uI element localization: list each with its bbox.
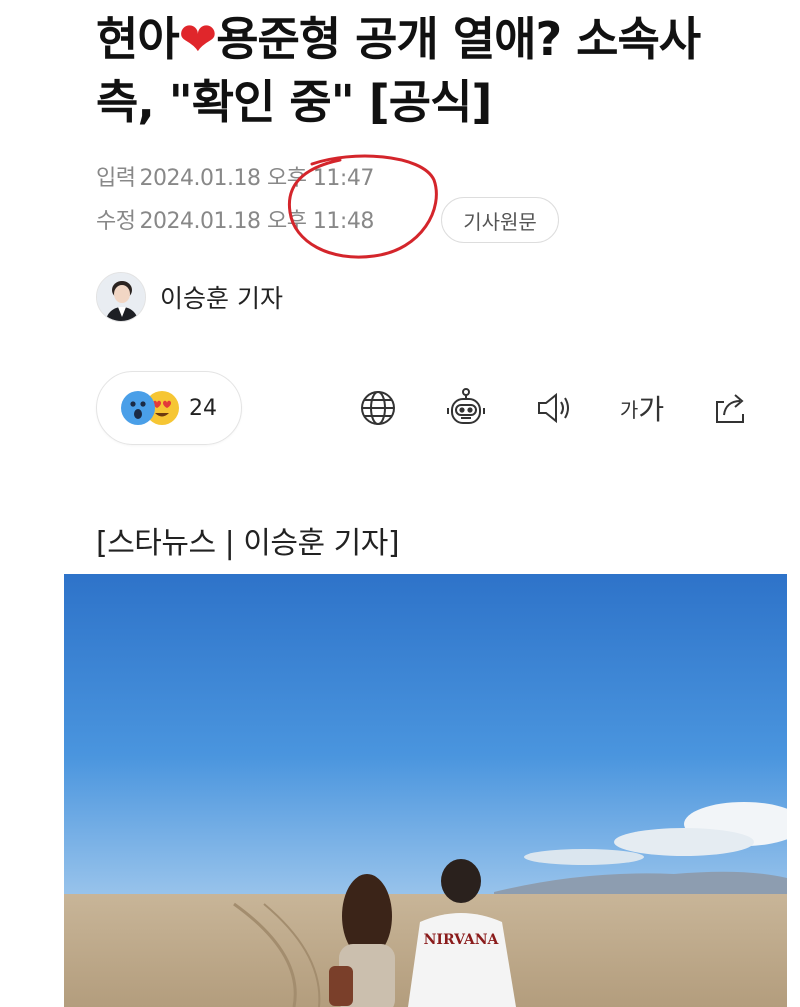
share-icon[interactable] [708, 386, 752, 430]
font-size-button[interactable]: 가가 [618, 386, 666, 430]
globe-icon[interactable] [356, 386, 400, 430]
edit-date: 2024.01.18 [139, 209, 261, 234]
speaker-icon[interactable] [532, 386, 576, 430]
author-row[interactable]: 이승훈 기자 [96, 270, 283, 324]
article-photo: NIRVANA [64, 574, 787, 1007]
reaction-count: 24 [189, 395, 217, 421]
avatar[interactable] [96, 272, 146, 322]
article-byline: [스타뉴스 | 이승훈 기자] [96, 526, 400, 561]
reaction-button[interactable]: 24 [96, 371, 242, 445]
edit-time: 오후 11:48 [266, 209, 374, 234]
input-date: 2024.01.18 [139, 166, 261, 191]
author-name[interactable]: 이승훈 기자 [160, 279, 283, 315]
title-part1: 현아 [96, 12, 180, 66]
article-title: 현아❤용준형 공개 열애? 소속사 측, "확인 중" [공식] [96, 8, 756, 134]
edit-timestamp: 수정 2024.01.18 오후 11:48 [96, 203, 374, 235]
wow-emoji-icon [121, 391, 155, 425]
input-label: 입력 [96, 166, 136, 191]
font-size-large: 가 [638, 393, 665, 426]
font-size-small: 가 [619, 397, 639, 422]
shirt-text: NIRVANA [424, 932, 500, 948]
input-timestamp: 입력 2024.01.18 오후 11:47 [96, 160, 374, 192]
robot-summary-icon[interactable] [444, 386, 488, 430]
input-time: 오후 11:47 [266, 166, 374, 191]
heart-icon: ❤ [178, 12, 218, 66]
edit-label: 수정 [96, 209, 136, 234]
original-article-button[interactable]: 기사원문 [441, 197, 559, 243]
